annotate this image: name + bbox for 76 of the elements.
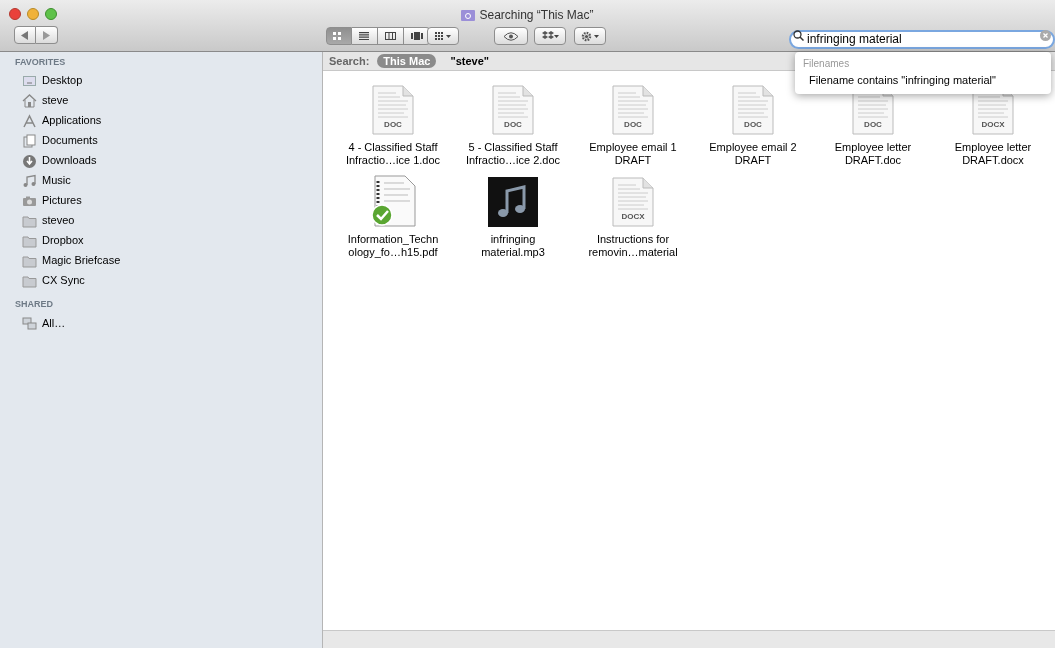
file-type-label: DOC — [744, 119, 762, 131]
sidebar-item[interactable]: steveo — [42, 212, 75, 229]
file-name[interactable]: Instructions for removin…material — [583, 233, 683, 259]
file-type-label: DOC — [624, 119, 642, 131]
sidebar-item[interactable]: steve — [42, 92, 69, 109]
folder-icon — [461, 9, 476, 21]
document-icon — [612, 85, 654, 135]
sidebar-item[interactable]: Downloads — [42, 152, 97, 169]
zoom-button[interactable] — [45, 8, 57, 20]
file-name[interactable]: Employee email 1 DRAFT — [583, 141, 683, 167]
file-type-label: DOC — [864, 119, 882, 131]
dropbox-icon — [541, 31, 559, 41]
window-title: Searching “This Mac” — [479, 7, 594, 24]
action-button[interactable] — [574, 27, 606, 45]
grid-menu-icon — [435, 32, 451, 40]
file-name[interactable]: 5 - Classified Staff Infractio…ice 2.doc — [463, 141, 563, 167]
sidebar-item[interactable]: Applications — [42, 112, 102, 129]
computers-icon — [22, 316, 37, 330]
back-arrow-icon — [21, 30, 29, 40]
back-button[interactable] — [14, 26, 36, 44]
forward-button[interactable] — [36, 26, 58, 44]
document-icon — [612, 177, 654, 227]
file-type-label: DOC — [384, 119, 402, 131]
sidebar-item[interactable]: All… — [42, 314, 66, 332]
suggestion-item[interactable]: Filename contains "infringing material" — [795, 71, 996, 90]
file-type-label: DOC — [504, 119, 522, 131]
dropbox-button[interactable] — [534, 27, 566, 45]
scope-button[interactable]: "steve" — [444, 54, 495, 68]
view-button[interactable] — [378, 27, 404, 45]
file-name[interactable]: 4 - Classified Staff Infractio…ice 1.doc — [343, 141, 443, 167]
column-view-icon — [384, 32, 397, 40]
scope-label: Search: — [329, 53, 370, 69]
sidebar-item[interactable]: Pictures — [42, 192, 82, 209]
document-icon — [492, 85, 534, 135]
sidebar-item[interactable]: Magic Briefcase — [42, 252, 121, 269]
applications-icon — [22, 113, 37, 128]
sidebar-item[interactable]: Dropbox — [42, 232, 84, 249]
file-name[interactable]: Employee letter DRAFT.doc — [823, 141, 923, 167]
sidebar-heading: FAVORITES — [15, 56, 66, 69]
file-name[interactable]: infringing material.mp3 — [463, 233, 563, 259]
document-icon — [372, 85, 414, 135]
view-button[interactable] — [352, 27, 378, 45]
document-icon — [732, 85, 774, 135]
music-file-icon — [488, 177, 538, 227]
file-name[interactable]: Employee email 2 DRAFT — [703, 141, 803, 167]
forward-arrow-icon — [42, 30, 51, 40]
pdf-document-icon — [370, 175, 416, 227]
folder-icon — [22, 253, 37, 268]
eye-icon — [503, 31, 519, 41]
folder-icon — [22, 213, 37, 228]
gear-icon — [581, 30, 599, 42]
folder-icon — [22, 273, 37, 288]
file-type-label: DOCX — [621, 211, 645, 223]
sidebar-item[interactable]: Music — [42, 172, 71, 189]
folder-icon — [22, 233, 37, 248]
sidebar-heading: SHARED — [15, 297, 53, 311]
file-name[interactable]: Information_Techn ology_fo…h15.pdf — [343, 233, 443, 259]
desktop-icon — [22, 73, 37, 88]
file-type-label: DOCX — [981, 119, 1005, 131]
search-field[interactable]: infringing material — [789, 29, 1055, 49]
sidebar-item[interactable]: Documents — [42, 132, 98, 149]
sidebar-item[interactable]: CX Sync — [42, 272, 85, 289]
cover-flow-icon — [410, 32, 423, 40]
download-icon — [22, 153, 37, 168]
arrange-button[interactable] — [427, 27, 459, 45]
close-button[interactable] — [9, 8, 21, 20]
documents-icon — [22, 133, 37, 148]
list-view-icon — [358, 32, 371, 40]
music-note-icon — [22, 173, 37, 188]
suggestions-heading: Filenames — [802, 57, 850, 71]
view-button[interactable] — [404, 27, 430, 45]
search-icon — [793, 30, 804, 41]
file-name[interactable]: Employee letter DRAFT.docx — [943, 141, 1043, 167]
house-icon — [22, 93, 37, 108]
quick-look-button[interactable] — [494, 27, 528, 45]
sidebar-item[interactable]: Desktop — [42, 72, 83, 89]
